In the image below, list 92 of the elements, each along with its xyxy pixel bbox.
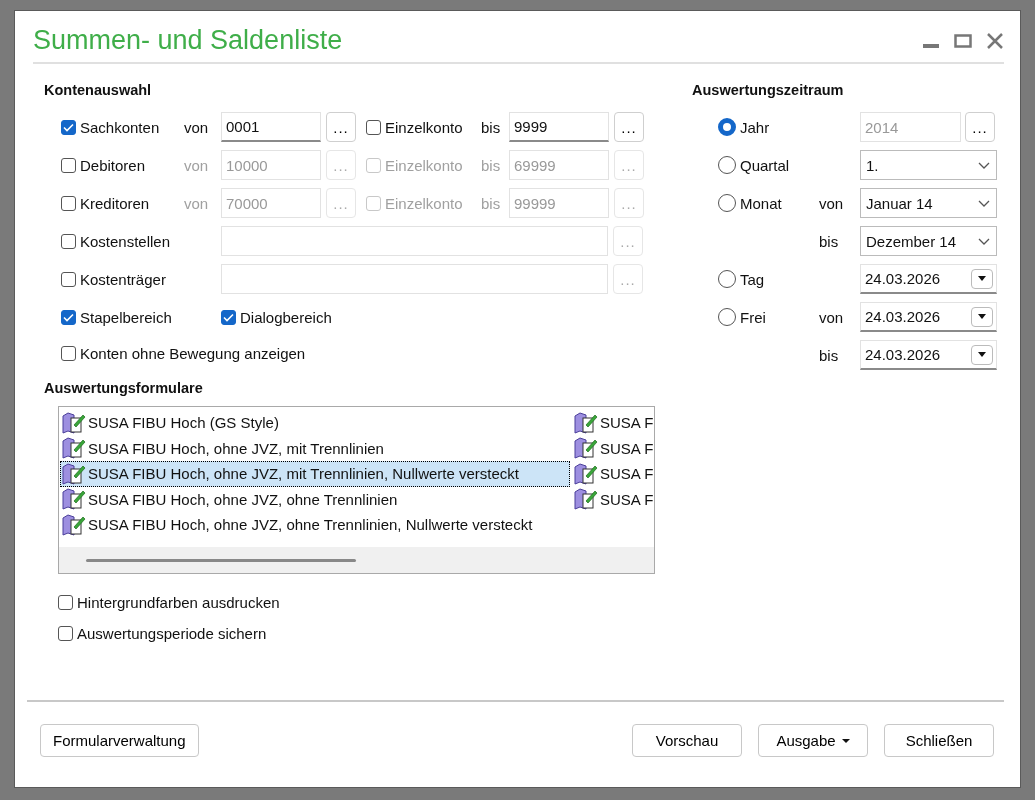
radio-label[interactable]: Jahr bbox=[740, 118, 770, 136]
section-heading: Auswertungsformulare bbox=[44, 380, 204, 398]
caret-icon bbox=[978, 314, 986, 319]
date-dropdown-button[interactable] bbox=[971, 268, 993, 289]
item-label: SUSA FIBU Hoch (GS Style) bbox=[88, 414, 279, 432]
form-icon bbox=[574, 462, 598, 485]
checkbox-label[interactable]: Stapelbereich bbox=[80, 308, 172, 326]
section-heading: Auswertungszeitraum bbox=[692, 82, 845, 100]
list-item[interactable]: SUSA FIBU Hoch, ohne JVZ, ohne Trennlinien, Nullwerte versteckt bbox=[60, 512, 570, 538]
item-label: SUSA FIBU Hoch, ohne JVZ, mit Trennlinien bbox=[88, 439, 384, 457]
dropdown[interactable]: 1. bbox=[860, 150, 997, 180]
radio-button[interactable] bbox=[718, 270, 736, 288]
from-field[interactable]: 0001 bbox=[221, 112, 321, 142]
checkbox[interactable] bbox=[58, 595, 73, 610]
date-field[interactable]: 24.03.2026 bbox=[860, 302, 997, 332]
from-label: von bbox=[184, 156, 210, 174]
checkbox-label[interactable]: Sachkonten bbox=[80, 118, 160, 136]
list-item[interactable]: SUSA FIBU Hoch, ohne JVZ, ohne Trennlinien bbox=[60, 486, 570, 512]
browse-button[interactable]: ... bbox=[614, 112, 644, 142]
list-item[interactable]: SUSA F bbox=[572, 461, 654, 487]
checkbox-label[interactable]: Einzelkonto bbox=[385, 118, 463, 136]
date-dropdown-button[interactable] bbox=[971, 306, 993, 327]
item-label: SUSA FIBU Hoch, ohne JVZ, ohne Trennlinien, Nullwerte versteckt bbox=[88, 516, 533, 534]
footer-button[interactable]: Formularverwaltung bbox=[40, 724, 199, 757]
maximize-icon[interactable] bbox=[954, 31, 972, 50]
checkbox[interactable] bbox=[366, 119, 381, 135]
list-item[interactable]: SUSA F bbox=[572, 486, 654, 512]
close-icon[interactable] bbox=[986, 31, 1004, 50]
form-icon bbox=[574, 488, 598, 511]
to-label: bis bbox=[481, 156, 502, 174]
list-item[interactable]: SUSA F bbox=[572, 410, 654, 436]
from-label: von bbox=[184, 118, 210, 136]
browse-button[interactable]: ... bbox=[326, 112, 356, 142]
checkbox[interactable] bbox=[61, 309, 76, 325]
range-label: bis bbox=[819, 346, 840, 364]
range-label: bis bbox=[819, 232, 840, 250]
form-icon bbox=[574, 437, 598, 460]
caret-icon bbox=[978, 276, 986, 281]
footer-button[interactable]: Ausgabe bbox=[758, 724, 868, 757]
item-label: SUSA F bbox=[600, 414, 654, 432]
checkbox-label[interactable]: Hintergrundfarben ausdrucken bbox=[77, 594, 280, 611]
item-label: SUSA FIBU Hoch, ohne JVZ, mit Trennlinien, Nullwerte versteckt bbox=[88, 465, 519, 483]
list-item[interactable]: SUSA F bbox=[572, 435, 654, 461]
chevron-down-icon bbox=[978, 199, 990, 207]
checkbox-label[interactable]: Dialogbereich bbox=[240, 308, 332, 326]
checkbox[interactable] bbox=[221, 309, 236, 325]
caret-icon bbox=[841, 738, 850, 743]
footer-button[interactable]: Vorschau bbox=[632, 724, 742, 757]
radio-button[interactable] bbox=[718, 194, 736, 212]
to-label: bis bbox=[481, 194, 502, 212]
form-icon bbox=[62, 437, 86, 460]
to-label: bis bbox=[481, 118, 502, 136]
caret-icon bbox=[978, 352, 986, 357]
radio-label[interactable]: Quartal bbox=[740, 156, 790, 174]
checkbox-label[interactable]: Konten ohne Bewegung anzeigen bbox=[80, 344, 306, 362]
to-field[interactable]: 9999 bbox=[509, 112, 609, 142]
radio-label[interactable]: Monat bbox=[740, 194, 782, 212]
dropdown[interactable]: Dezember 14 bbox=[860, 226, 997, 256]
footer-button[interactable]: Schließen bbox=[884, 724, 994, 757]
chevron-down-icon bbox=[978, 237, 990, 245]
checkbox[interactable] bbox=[58, 626, 73, 641]
checkbox[interactable] bbox=[61, 119, 76, 135]
checkbox[interactable] bbox=[61, 345, 76, 361]
chevron-down-icon bbox=[978, 161, 990, 169]
date-field[interactable]: 24.03.2026 bbox=[860, 264, 997, 294]
form-icon bbox=[62, 513, 86, 536]
window-title: Summen- und Saldenliste bbox=[33, 25, 344, 56]
form-icon bbox=[62, 462, 86, 485]
radio-button[interactable] bbox=[718, 156, 736, 174]
form-icon bbox=[62, 411, 86, 434]
checkbox-label[interactable]: Auswertungsperiode sichern bbox=[77, 625, 267, 642]
form-icon bbox=[574, 411, 598, 434]
range-label: von bbox=[819, 194, 845, 212]
radio-button[interactable] bbox=[718, 308, 736, 326]
form-icon bbox=[62, 488, 86, 511]
range-label: von bbox=[819, 308, 845, 326]
radio-button[interactable] bbox=[718, 118, 736, 136]
radio-label[interactable]: Frei bbox=[740, 308, 766, 326]
item-label: SUSA F bbox=[600, 439, 654, 457]
dropdown[interactable]: Januar 14 bbox=[860, 188, 997, 218]
radio-label[interactable]: Tag bbox=[740, 270, 765, 288]
item-label: SUSA FIBU Hoch, ohne JVZ, ohne Trennlinien bbox=[88, 490, 398, 508]
item-label: SUSA F bbox=[600, 465, 654, 483]
from-label: von bbox=[184, 194, 210, 212]
section-heading: Kontenauswahl bbox=[44, 82, 153, 100]
item-label: SUSA F bbox=[600, 490, 654, 508]
horizontal-scrollbar[interactable] bbox=[59, 547, 654, 573]
date-dropdown-button[interactable] bbox=[971, 344, 993, 365]
list-item[interactable]: SUSA FIBU Hoch (GS Style) bbox=[60, 410, 570, 436]
list-item[interactable]: SUSA FIBU Hoch, ohne JVZ, mit Trennlinien, Nullwerte versteckt bbox=[60, 461, 570, 487]
date-field[interactable]: 24.03.2026 bbox=[860, 340, 997, 370]
list-item[interactable]: SUSA FIBU Hoch, ohne JVZ, mit Trennlinien bbox=[60, 435, 570, 461]
